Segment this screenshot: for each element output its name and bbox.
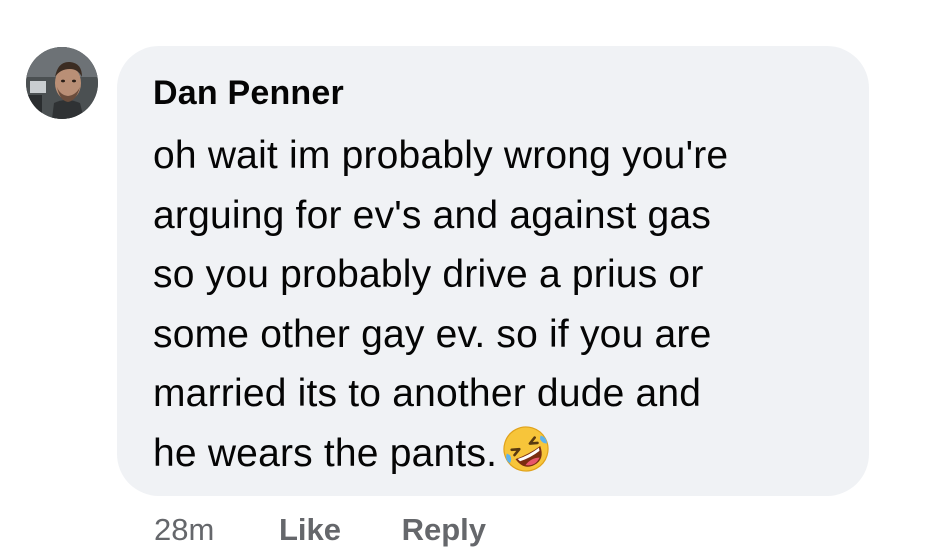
comment-actions: 28m Like Reply: [154, 510, 486, 550]
rolling-on-the-floor-laughing-icon: [501, 424, 551, 492]
comment-line: some other gay ev. so if you are: [153, 312, 712, 356]
avatar[interactable]: [26, 47, 98, 119]
comment-line: arguing for ev's and against gas: [153, 193, 712, 237]
avatar-photo: [26, 47, 98, 119]
comment-line: married its to another dude and: [153, 372, 702, 415]
comment-line: oh wait im probably wrong you're: [153, 134, 729, 177]
comment-author[interactable]: Dan Penner: [153, 72, 839, 114]
comment-text: oh wait im probably wrong you're arguing…: [153, 126, 839, 491]
comment-line-last: he wears the pants.: [153, 424, 839, 492]
comment-line: so you probably drive a prius or: [153, 253, 704, 296]
like-button[interactable]: Like: [279, 510, 341, 550]
comment-timestamp[interactable]: 28m: [154, 510, 214, 550]
comment-line-text: he wears the pants.: [153, 431, 498, 475]
comment-bubble: Dan Penner oh wait im probably wrong you…: [117, 46, 869, 496]
reply-button[interactable]: Reply: [402, 510, 486, 550]
